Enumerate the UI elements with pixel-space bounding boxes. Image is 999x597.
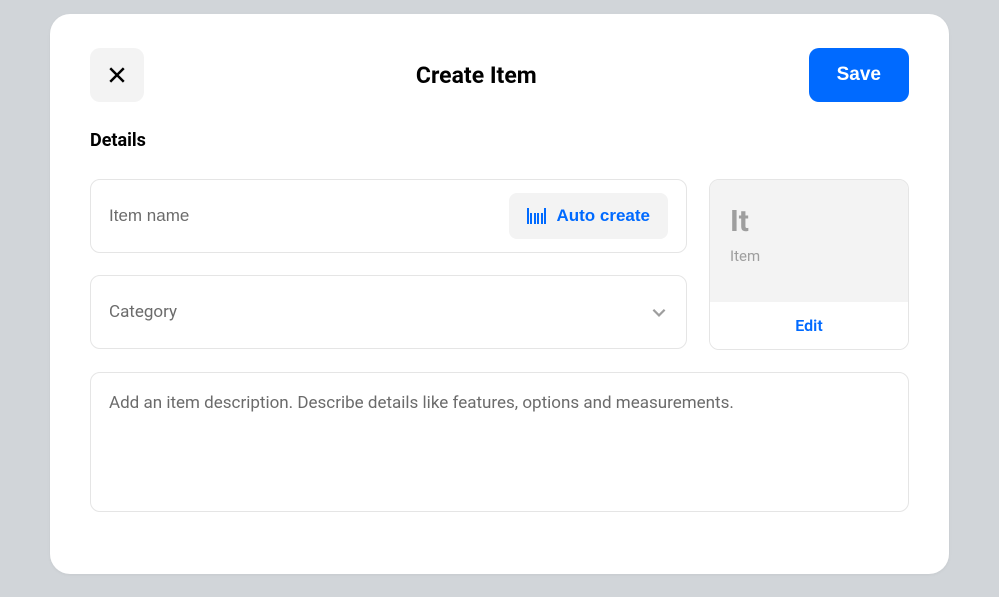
- auto-create-button[interactable]: Auto create: [509, 193, 668, 239]
- item-preview-abbrev: It: [730, 204, 888, 239]
- close-icon: [108, 66, 126, 84]
- save-button[interactable]: Save: [809, 48, 909, 102]
- category-select[interactable]: Category: [90, 275, 687, 349]
- category-placeholder: Category: [109, 302, 177, 322]
- description-textarea[interactable]: [109, 393, 890, 491]
- item-preview-tile: It Item: [710, 180, 908, 302]
- details-row: Auto create Category It Item Edit: [90, 179, 909, 350]
- modal-title: Create Item: [144, 62, 809, 89]
- item-preview-label: Item: [730, 247, 888, 265]
- description-field-container: [90, 372, 909, 512]
- create-item-modal: Create Item Save Details: [50, 14, 949, 574]
- details-section-title: Details: [90, 130, 909, 151]
- item-name-input[interactable]: [109, 206, 509, 226]
- modal-content: Details Auto create: [50, 130, 949, 512]
- item-name-field-container: Auto create: [90, 179, 687, 253]
- modal-header: Create Item Save: [50, 14, 949, 130]
- barcode-icon: [527, 208, 547, 224]
- edit-preview-button[interactable]: Edit: [710, 302, 908, 349]
- auto-create-label: Auto create: [556, 206, 650, 226]
- item-preview-card: It Item Edit: [709, 179, 909, 350]
- fields-column: Auto create Category: [90, 179, 687, 349]
- close-button[interactable]: [90, 48, 144, 102]
- chevron-down-icon: [650, 303, 668, 321]
